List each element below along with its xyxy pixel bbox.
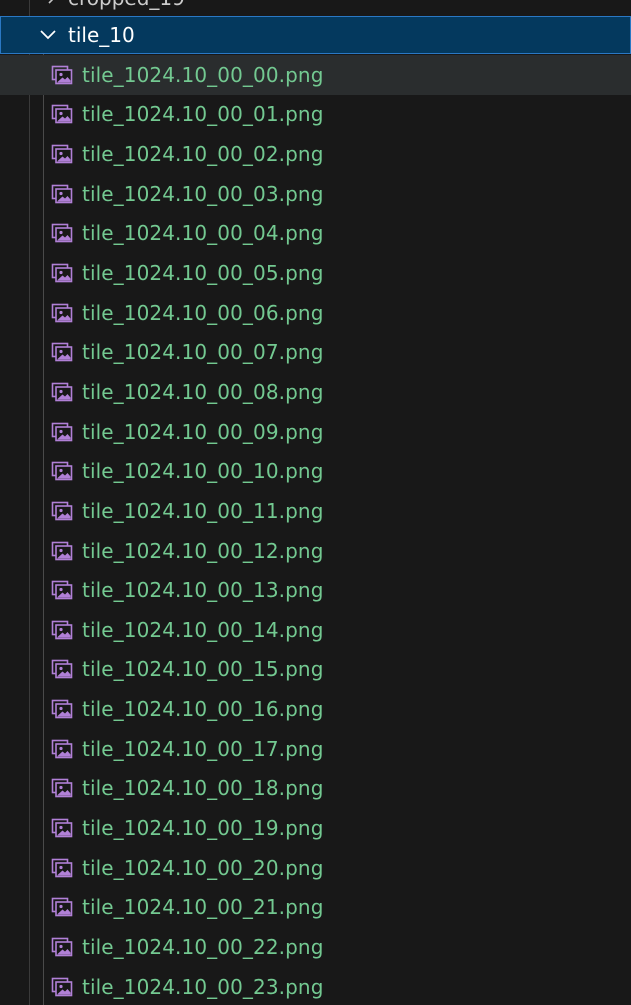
- file-label: tile_1024.10_00_20.png: [82, 855, 324, 880]
- file-row[interactable]: tile_1024.10_00_04.png: [0, 214, 631, 254]
- chevron-right-icon: [40, 0, 62, 5]
- image-file-icon: [51, 738, 73, 760]
- image-file-icon: [51, 936, 73, 958]
- file-label: tile_1024.10_00_08.png: [82, 379, 324, 404]
- image-file-icon: [51, 381, 73, 403]
- file-row[interactable]: tile_1024.10_00_14.png: [0, 610, 631, 650]
- file-row[interactable]: tile_1024.10_00_23.png: [0, 967, 631, 1005]
- folder-label: tile_10: [68, 23, 135, 47]
- file-label: tile_1024.10_00_02.png: [82, 142, 324, 167]
- file-row[interactable]: tile_1024.10_00_01.png: [0, 95, 631, 135]
- file-label: tile_1024.10_00_13.png: [82, 578, 324, 603]
- file-label: tile_1024.10_00_18.png: [82, 776, 324, 801]
- image-file-icon: [51, 579, 73, 601]
- file-explorer-tree: cropped_19 tile_10 tile_1024.10_00_00.pn…: [0, 0, 631, 1005]
- file-row[interactable]: tile_1024.10_00_07.png: [0, 332, 631, 372]
- file-row[interactable]: tile_1024.10_00_05.png: [0, 253, 631, 293]
- file-label: tile_1024.10_00_12.png: [82, 538, 324, 563]
- file-label: tile_1024.10_00_11.png: [82, 498, 324, 523]
- file-label: tile_1024.10_00_22.png: [82, 934, 324, 959]
- file-label: tile_1024.10_00_07.png: [82, 340, 324, 365]
- file-label: tile_1024.10_00_14.png: [82, 617, 324, 642]
- file-row[interactable]: tile_1024.10_00_15.png: [0, 650, 631, 690]
- image-file-icon: [51, 500, 73, 522]
- image-file-icon: [51, 976, 73, 998]
- file-row[interactable]: tile_1024.10_00_19.png: [0, 808, 631, 848]
- image-file-icon: [51, 619, 73, 641]
- image-file-icon: [51, 262, 73, 284]
- file-label: tile_1024.10_00_16.png: [82, 697, 324, 722]
- image-file-icon: [51, 183, 73, 205]
- image-file-icon: [51, 222, 73, 244]
- image-file-icon: [51, 698, 73, 720]
- file-row[interactable]: tile_1024.10_00_11.png: [0, 491, 631, 531]
- file-row[interactable]: tile_1024.10_00_02.png: [0, 134, 631, 174]
- file-label: tile_1024.10_00_01.png: [82, 102, 324, 127]
- file-row[interactable]: tile_1024.10_00_09.png: [0, 412, 631, 452]
- image-file-icon: [51, 143, 73, 165]
- file-label: tile_1024.10_00_15.png: [82, 657, 324, 682]
- file-label: tile_1024.10_00_05.png: [82, 261, 324, 286]
- file-row[interactable]: tile_1024.10_00_10.png: [0, 451, 631, 491]
- file-list: tile_1024.10_00_00.png tile_1024.10_00_01…: [0, 55, 631, 1005]
- file-row[interactable]: tile_1024.10_00_08.png: [0, 372, 631, 412]
- image-file-icon: [51, 302, 73, 324]
- file-label: tile_1024.10_00_10.png: [82, 459, 324, 484]
- file-row[interactable]: tile_1024.10_00_18.png: [0, 769, 631, 809]
- image-file-icon: [51, 817, 73, 839]
- image-file-icon: [51, 896, 73, 918]
- file-row[interactable]: tile_1024.10_00_00.png: [0, 55, 631, 95]
- file-row[interactable]: tile_1024.10_00_21.png: [0, 887, 631, 927]
- file-row[interactable]: tile_1024.10_00_12.png: [0, 531, 631, 571]
- file-row[interactable]: tile_1024.10_00_03.png: [0, 174, 631, 214]
- file-label: tile_1024.10_00_21.png: [82, 895, 324, 920]
- file-label: tile_1024.10_00_23.png: [82, 974, 324, 999]
- image-file-icon: [51, 341, 73, 363]
- file-label: tile_1024.10_00_17.png: [82, 736, 324, 761]
- folder-row-cropped-19[interactable]: cropped_19: [0, 0, 631, 14]
- image-file-icon: [51, 857, 73, 879]
- file-label: tile_1024.10_00_19.png: [82, 815, 324, 840]
- file-row[interactable]: tile_1024.10_00_13.png: [0, 570, 631, 610]
- file-row[interactable]: tile_1024.10_00_16.png: [0, 689, 631, 729]
- file-label: tile_1024.10_00_09.png: [82, 419, 324, 444]
- image-file-icon: [51, 64, 73, 86]
- image-file-icon: [51, 658, 73, 680]
- image-file-icon: [51, 421, 73, 443]
- file-label: tile_1024.10_00_04.png: [82, 221, 324, 246]
- file-row[interactable]: tile_1024.10_00_17.png: [0, 729, 631, 769]
- file-row[interactable]: tile_1024.10_00_06.png: [0, 293, 631, 333]
- folder-row-tile-10[interactable]: tile_10: [0, 16, 631, 54]
- image-file-icon: [51, 460, 73, 482]
- image-file-icon: [51, 540, 73, 562]
- folder-label: cropped_19: [68, 0, 185, 10]
- file-label: tile_1024.10_00_00.png: [82, 62, 324, 87]
- image-file-icon: [51, 777, 73, 799]
- file-label: tile_1024.10_00_06.png: [82, 300, 324, 325]
- image-file-icon: [51, 103, 73, 125]
- chevron-down-icon: [37, 24, 59, 46]
- file-label: tile_1024.10_00_03.png: [82, 181, 324, 206]
- file-row[interactable]: tile_1024.10_00_22.png: [0, 927, 631, 967]
- file-row[interactable]: tile_1024.10_00_20.png: [0, 848, 631, 888]
